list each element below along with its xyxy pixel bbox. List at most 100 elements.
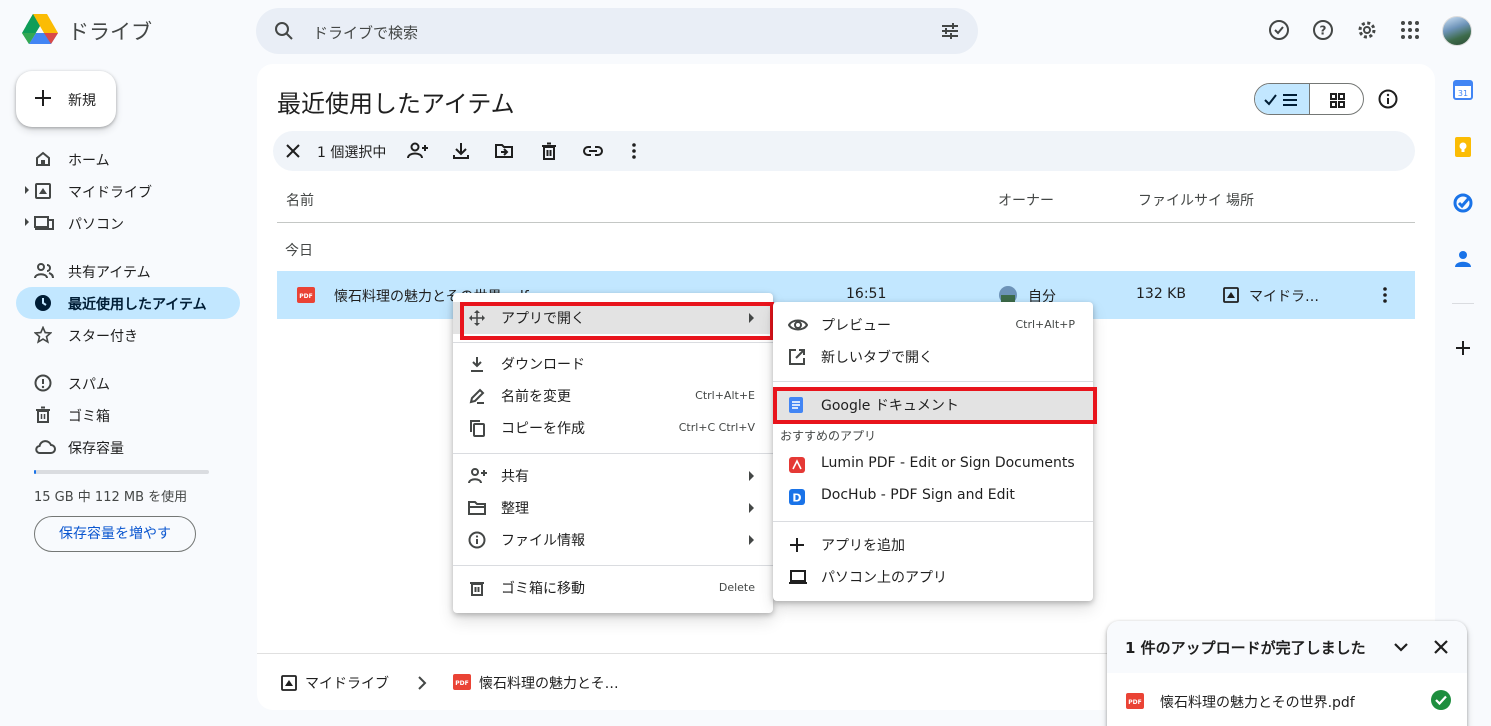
home-icon: [34, 150, 52, 168]
storage-progress-bar: [34, 470, 209, 474]
menu-item-desktop-apps[interactable]: パソコン上のアプリ: [773, 561, 1093, 593]
svg-text:D: D: [792, 492, 801, 505]
trash-icon[interactable]: [540, 141, 558, 161]
sidebar-item-recent[interactable]: 最近使用したアイテム: [16, 287, 240, 319]
menu-item-file-info[interactable]: ファイル情報: [453, 524, 773, 556]
plus-icon: [34, 89, 52, 107]
file-location[interactable]: マイドラ…: [1249, 286, 1319, 306]
download-icon[interactable]: [452, 141, 470, 161]
sidebar-item-spam[interactable]: スパム: [16, 367, 240, 399]
pdf-file-icon: PDF: [453, 674, 471, 690]
breadcrumb-root[interactable]: マイドライブ: [305, 673, 389, 693]
chevron-right-icon: [417, 676, 427, 690]
link-icon[interactable]: [582, 141, 604, 161]
submenu-arrow-icon: [749, 503, 754, 513]
cloud-icon: [34, 438, 56, 456]
calendar-icon[interactable]: 31: [1451, 78, 1475, 102]
expand-arrow-icon[interactable]: [25, 186, 29, 194]
clear-selection-icon[interactable]: [285, 143, 301, 159]
avatar[interactable]: [1442, 16, 1472, 46]
sidebar-item-trash[interactable]: ゴミ箱: [16, 399, 240, 431]
share-icon[interactable]: [407, 141, 429, 161]
search-input[interactable]: ドライブで検索: [313, 22, 418, 43]
column-header-name[interactable]: 名前: [286, 190, 314, 210]
app-name: ドライブ: [68, 20, 152, 44]
sidebar-item-computers[interactable]: パソコン: [16, 207, 240, 239]
menu-item-download[interactable]: ダウンロード: [453, 348, 773, 380]
lumin-pdf-icon: [788, 456, 806, 474]
highlight-box: [773, 387, 1097, 424]
view-toggle[interactable]: [1254, 83, 1364, 115]
ready-offline-icon[interactable]: [1268, 19, 1290, 41]
file-size: 132 KB: [1136, 286, 1186, 302]
breadcrumb-file[interactable]: 懐石料理の魅力とそ…: [479, 673, 619, 693]
svg-text:?: ?: [1320, 24, 1327, 38]
laptop-icon: [788, 568, 808, 586]
submenu-arrow-icon: [749, 535, 754, 545]
selection-count: 1 個選択中: [317, 145, 387, 161]
sidebar-item-storage[interactable]: 保存容量: [16, 431, 240, 463]
submenu-arrow-icon: [749, 471, 754, 481]
folder-icon: [468, 499, 486, 517]
sidebar-item-shared[interactable]: 共有アイテム: [16, 255, 240, 287]
uploaded-file-name[interactable]: 懐石料理の魅力とその世界.pdf: [1160, 692, 1355, 712]
chevron-down-icon[interactable]: [1393, 639, 1409, 655]
column-header-location[interactable]: 場所: [1226, 190, 1254, 210]
computers-icon: [34, 214, 54, 232]
column-header-owner[interactable]: オーナー: [998, 190, 1054, 210]
search-icon[interactable]: [274, 21, 294, 41]
menu-item-add-app[interactable]: アプリを追加: [773, 529, 1093, 561]
info-icon[interactable]: [1377, 88, 1399, 110]
menu-item-move-to-trash[interactable]: ゴミ箱に移動 Delete: [453, 572, 773, 604]
expand-arrow-icon[interactable]: [25, 218, 29, 226]
eye-icon: [788, 316, 808, 334]
keep-icon[interactable]: [1451, 135, 1475, 159]
share-icon: [468, 467, 488, 485]
menu-divider: [453, 453, 773, 454]
info-icon: [468, 531, 486, 549]
menu-item-dochub[interactable]: D DocHub - PDF Sign and Edit: [773, 481, 1093, 513]
more-vert-icon[interactable]: [630, 141, 638, 161]
menu-divider: [773, 521, 1093, 522]
help-icon[interactable]: ?: [1312, 19, 1334, 41]
upload-toast: 1 件のアップロードが完了しました PDF 懐石料理の魅力とその世界.pdf: [1107, 621, 1467, 726]
gear-icon[interactable]: [1356, 19, 1378, 41]
download-icon: [468, 355, 486, 373]
list-view-button[interactable]: [1255, 84, 1310, 114]
more-vert-icon[interactable]: [1381, 285, 1389, 305]
menu-item-share[interactable]: 共有: [453, 460, 773, 492]
menu-divider: [453, 565, 773, 566]
search-options-icon[interactable]: [940, 21, 960, 41]
header-divider: [277, 222, 1415, 223]
menu-item-preview[interactable]: プレビュー Ctrl+Alt+P: [773, 309, 1093, 341]
pdf-file-icon: PDF: [1126, 693, 1144, 709]
tasks-icon[interactable]: [1451, 191, 1475, 215]
new-button[interactable]: 新規: [16, 71, 116, 127]
menu-item-open-new-tab[interactable]: 新しいタブで開く: [773, 341, 1093, 373]
menu-item-rename[interactable]: 名前を変更 Ctrl+Alt+E: [453, 380, 773, 412]
apps-grid-icon[interactable]: [1399, 19, 1421, 41]
menu-item-lumin-pdf[interactable]: Lumin PDF - Edit or Sign Documents: [773, 449, 1093, 481]
menu-item-make-copy[interactable]: コピーを作成 Ctrl+C Ctrl+V: [453, 412, 773, 444]
menu-item-organize[interactable]: 整理: [453, 492, 773, 524]
svg-text:PDF: PDF: [299, 293, 312, 300]
drive-logo-icon[interactable]: [20, 12, 60, 48]
grid-view-button[interactable]: [1310, 84, 1363, 114]
context-menu: アプリで開く ダウンロード 名前を変更 Ctrl+Alt+E コピーを作成 Ct…: [453, 293, 774, 613]
close-icon[interactable]: [1433, 639, 1449, 655]
add-addon-icon[interactable]: [1451, 336, 1475, 360]
svg-text:PDF: PDF: [455, 680, 468, 687]
contacts-icon[interactable]: [1451, 247, 1475, 271]
file-time: 16:51: [846, 286, 887, 302]
sidebar-item-starred[interactable]: スター付き: [16, 319, 240, 351]
move-icon[interactable]: [494, 141, 514, 161]
trash-icon: [468, 579, 486, 597]
search-box[interactable]: ドライブで検索: [256, 8, 978, 54]
open-with-submenu: プレビュー Ctrl+Alt+P 新しいタブで開く Google ドキュメント …: [773, 302, 1097, 601]
get-more-storage-button[interactable]: 保存容量を増やす: [34, 516, 196, 552]
sidebar-item-my-drive[interactable]: マイドライブ: [16, 175, 240, 207]
svg-text:31: 31: [1458, 89, 1468, 98]
sidebar-item-home[interactable]: ホーム: [16, 143, 240, 175]
highlight-box: [460, 302, 774, 340]
column-header-size[interactable]: ファイルサイ: [1138, 190, 1222, 210]
